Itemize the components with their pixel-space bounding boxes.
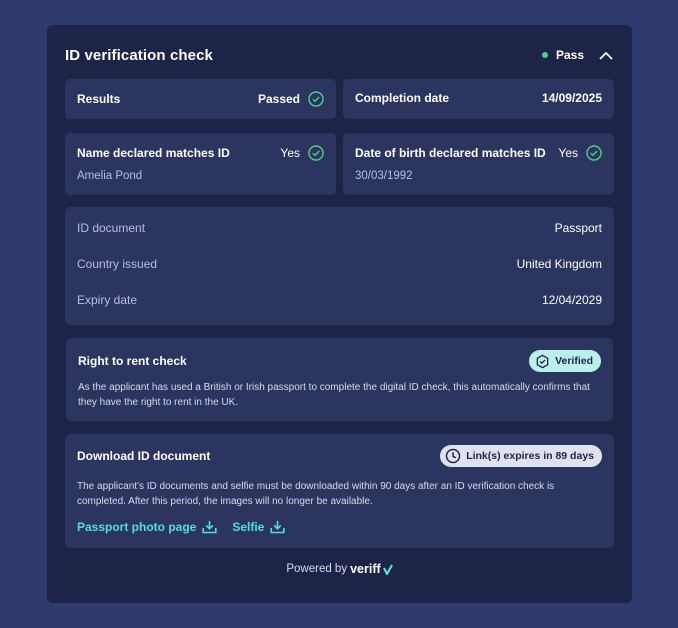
card-header: ID verification check Pass (65, 45, 614, 65)
document-row-value: United Kingdom (516, 257, 602, 271)
download-selfie-link[interactable]: Selfie (232, 520, 285, 534)
download-title: Download ID document (77, 449, 211, 463)
expiry-badge-label: Link(s) expires in 89 days (466, 450, 594, 462)
expiry-badge: Link(s) expires in 89 days (440, 445, 602, 467)
document-row-value: Passport (554, 221, 602, 235)
completion-value: 14/09/2025 (541, 91, 602, 105)
document-row-key: ID document (77, 221, 146, 235)
results-label: Results (77, 92, 121, 106)
veriff-mark-icon (382, 563, 393, 575)
download-icon (202, 521, 217, 534)
right-to-rent-text: As the applicant has used a British or I… (78, 382, 590, 408)
right-to-rent-title: Right to rent check (78, 354, 187, 368)
document-row: Country issued United Kingdom (77, 257, 602, 271)
status-label: Pass (555, 48, 584, 62)
powered-by-footer: Powered by veriff (47, 562, 632, 576)
header-status: Pass (541, 47, 614, 63)
document-row: Expiry date 12/04/2029 (77, 293, 602, 307)
download-selfie-label: Selfie (232, 520, 265, 534)
document-row-key: Expiry date (77, 293, 138, 307)
download-text: The applicant's ID documents and selfie … (77, 481, 555, 507)
check-circle-icon (308, 91, 324, 107)
card-title: ID verification check (65, 46, 213, 64)
results-panel: Results Passed (65, 79, 336, 119)
check-circle-icon (308, 145, 324, 161)
completion-label: Completion date (355, 91, 450, 105)
id-verification-card: ID verification check Pass Results Passe… (47, 25, 632, 603)
clock-icon (445, 448, 461, 464)
status-dot-icon (541, 52, 548, 58)
name-match-label: Name declared matches ID (77, 146, 230, 160)
dob-match-panel: Date of birth declared matches ID Yes 30… (343, 133, 614, 195)
document-row-value: 12/04/2029 (541, 293, 602, 307)
download-panel: Download ID document Link(s) expires in … (65, 434, 614, 548)
verified-badge-label: Verified (555, 355, 593, 367)
declared-name: Amelia Pond (77, 170, 143, 182)
document-row: ID document Passport (77, 221, 602, 235)
download-icon (270, 521, 285, 534)
document-details-panel: ID document Passport Country issued Unit… (65, 207, 614, 325)
powered-by-label: Powered by (286, 563, 348, 575)
name-match-value: Yes (280, 146, 300, 160)
name-match-panel: Name declared matches ID Yes Amelia Pond (65, 133, 336, 195)
verified-badge: Verified (529, 350, 601, 372)
document-row-key: Country issued (77, 257, 158, 271)
veriff-logo: veriff (350, 562, 381, 576)
completion-panel: Completion date 14/09/2025 (343, 79, 614, 119)
shield-check-icon (536, 354, 549, 368)
dob-match-label: Date of birth declared matches ID (355, 146, 546, 160)
download-passport-label: Passport photo page (77, 520, 197, 534)
dob-match-value: Yes (558, 146, 578, 160)
download-passport-link[interactable]: Passport photo page (77, 520, 217, 534)
right-to-rent-panel: Right to rent check Verified As the appl… (66, 338, 613, 421)
check-circle-icon (586, 145, 602, 161)
results-value: Passed (257, 92, 300, 106)
declared-dob: 30/03/1992 (355, 170, 413, 182)
chevron-up-icon[interactable] (598, 47, 614, 63)
